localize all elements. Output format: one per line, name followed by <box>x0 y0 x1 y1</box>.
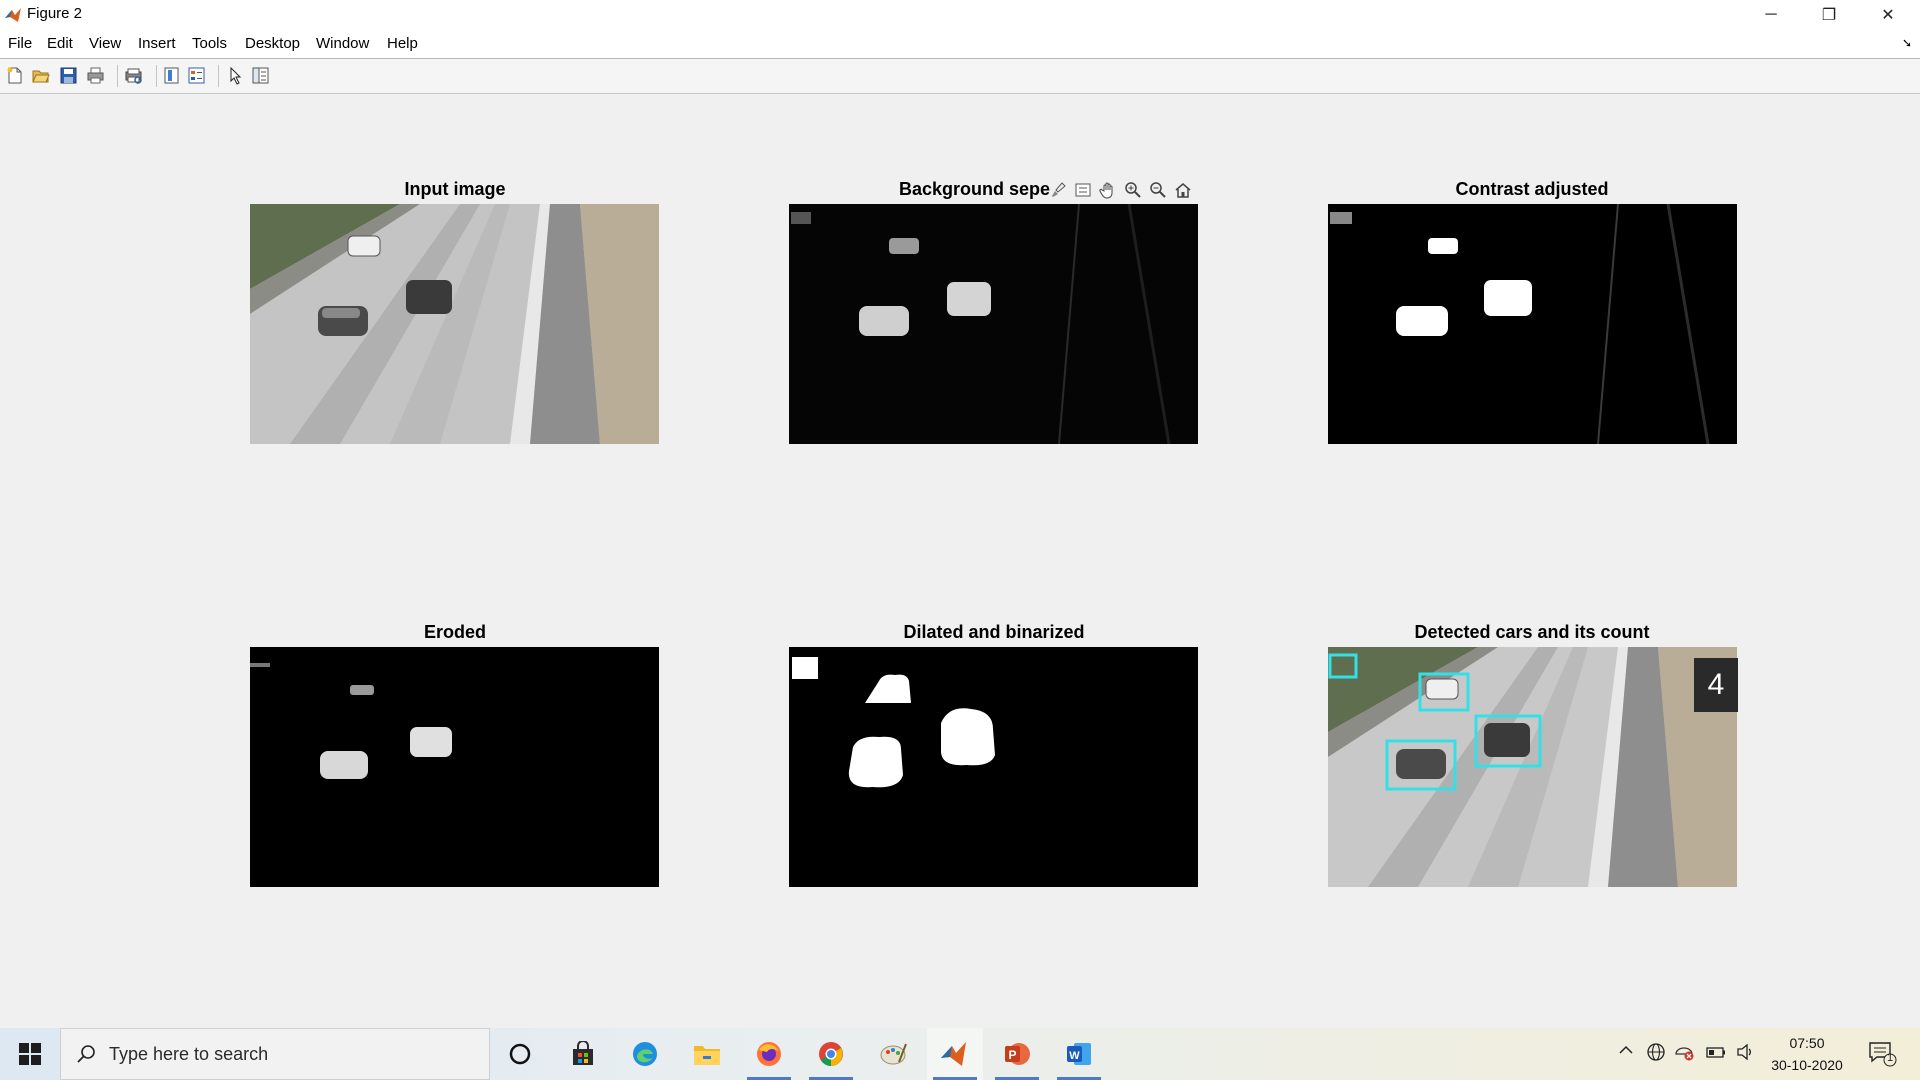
close-button[interactable]: ✕ <box>1858 0 1918 30</box>
zoom-in-icon[interactable] <box>1122 179 1144 201</box>
word-icon[interactable]: W <box>1051 1028 1107 1080</box>
dilated-binarized-plot <box>789 647 1198 887</box>
print-figure-icon[interactable] <box>86 66 105 85</box>
toolbar-separator <box>117 65 118 87</box>
chrome-icon[interactable] <box>803 1028 859 1080</box>
svg-text:W: W <box>1069 1050 1080 1062</box>
restore-view-icon[interactable] <box>1172 179 1194 201</box>
toolbar-separator <box>156 65 157 87</box>
zoom-out-icon[interactable] <box>1147 179 1169 201</box>
matlab-icon[interactable] <box>927 1028 983 1080</box>
windows-taskbar: Type here to search P W 07:50 30-10-2020… <box>0 1028 1920 1080</box>
background-separated-plot <box>789 204 1198 444</box>
toolbar-separator <box>218 65 219 87</box>
maximize-button[interactable]: ❐ <box>1800 0 1858 30</box>
pan-icon[interactable] <box>1097 179 1119 201</box>
taskbar-clock[interactable]: 07:50 30-10-2020 <box>1752 1032 1862 1076</box>
battery-icon[interactable] <box>1705 1042 1727 1067</box>
plot-title-input-image: Input image <box>404 179 506 199</box>
brush-icon[interactable] <box>1047 179 1069 201</box>
open-file-icon[interactable] <box>31 66 50 85</box>
store-icon[interactable] <box>555 1028 611 1080</box>
file-explorer-icon[interactable] <box>679 1028 735 1080</box>
notification-count: 1 <box>1887 1052 1894 1064</box>
plot-title-contrast-adjusted: Contrast adjusted <box>1455 179 1609 199</box>
matlab-app-icon <box>5 8 21 22</box>
menu-insert[interactable]: Insert <box>138 35 176 52</box>
window-title: Figure 2 <box>27 5 83 22</box>
menu-help[interactable]: Help <box>387 35 418 52</box>
menu-view[interactable]: View <box>89 35 121 52</box>
menu-edit[interactable]: Edit <box>47 35 73 52</box>
edit-plot-icon[interactable] <box>226 66 245 85</box>
edge-icon[interactable] <box>617 1028 673 1080</box>
car-count-label: 4 <box>1694 658 1738 712</box>
menu-file[interactable]: File <box>8 35 32 52</box>
input-image-plot <box>250 204 659 444</box>
property-inspector-icon[interactable] <box>251 66 270 85</box>
cortana-icon[interactable] <box>492 1028 548 1080</box>
menu-tools[interactable]: Tools <box>192 35 227 52</box>
taskbar-search-box[interactable]: Type here to search <box>60 1028 490 1080</box>
detected-cars-plot <box>1328 647 1737 887</box>
save-figure-icon[interactable] <box>59 66 78 85</box>
plot-title-detected-cars: Detected cars and its count <box>1414 622 1650 642</box>
search-placeholder: Type here to search <box>109 1044 269 1064</box>
plot-title-dilated: Dilated and binarized <box>903 622 1085 642</box>
eroded-plot <box>250 647 659 887</box>
data-tips-icon[interactable] <box>1072 179 1094 201</box>
plot-title-background: Background sepe <box>898 179 1050 199</box>
dock-arrow-icon[interactable]: ➘ <box>1902 36 1912 50</box>
show-hidden-icons-icon[interactable] <box>1618 1042 1634 1063</box>
plot-title-eroded: Eroded <box>423 622 486 642</box>
axes-toolbar <box>1047 178 1194 202</box>
svg-text:P: P <box>1008 1048 1016 1062</box>
notification-center-icon[interactable]: 1 <box>1868 1040 1898 1073</box>
powerpoint-icon[interactable]: P <box>989 1028 1045 1080</box>
menu-window[interactable]: Window <box>316 35 369 52</box>
paint-icon[interactable] <box>865 1028 921 1080</box>
start-button[interactable] <box>0 1028 60 1080</box>
minimize-button[interactable]: ─ <box>1742 0 1800 30</box>
window-title-bar: Figure 2 ─ ❐ ✕ <box>0 0 1920 30</box>
antivirus-status-icon[interactable] <box>1674 1042 1696 1067</box>
print-preview-icon[interactable] <box>124 66 143 85</box>
firefox-icon[interactable] <box>741 1028 797 1080</box>
clock-time: 07:50 <box>1789 1035 1825 1051</box>
contrast-adjusted-plot <box>1328 204 1737 444</box>
new-figure-icon[interactable] <box>5 66 24 85</box>
search-icon <box>77 1045 95 1063</box>
menu-desktop[interactable]: Desktop <box>245 35 300 52</box>
colorbar-icon[interactable] <box>162 66 181 85</box>
clock-date: 30-10-2020 <box>1771 1057 1843 1073</box>
legend-icon[interactable] <box>187 66 206 85</box>
network-globe-icon[interactable] <box>1646 1042 1666 1067</box>
menu-bar: File Edit View Insert Tools Desktop Wind… <box>0 30 1920 58</box>
windows-logo-icon <box>19 1043 41 1065</box>
figure-toolbar <box>0 58 1920 94</box>
